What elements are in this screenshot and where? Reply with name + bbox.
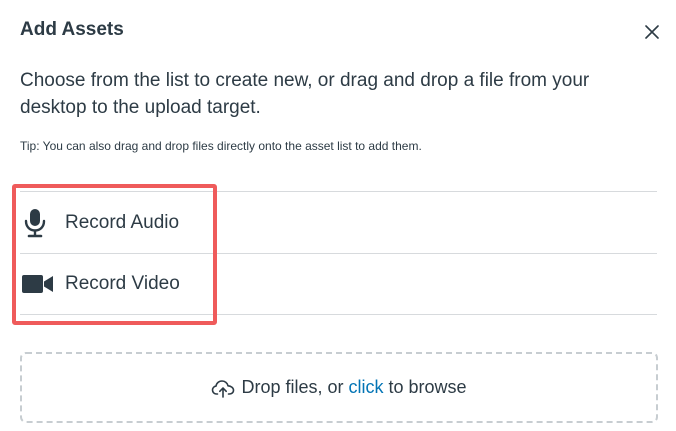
dialog-title: Add Assets bbox=[20, 19, 124, 40]
video-camera-icon bbox=[22, 268, 54, 300]
record-video-option[interactable]: Record Video bbox=[20, 253, 657, 315]
record-video-label: Record Video bbox=[65, 273, 180, 294]
cloud-upload-icon bbox=[211, 378, 235, 398]
tip-text: Tip: You can also drag and drop files di… bbox=[20, 139, 422, 153]
close-icon bbox=[645, 25, 659, 39]
close-button[interactable] bbox=[640, 20, 664, 44]
dropzone-prefix: Drop files, or bbox=[241, 377, 344, 397]
record-audio-label: Record Audio bbox=[65, 211, 180, 233]
microphone-icon bbox=[22, 207, 54, 239]
dropzone-suffix: to browse bbox=[388, 377, 467, 397]
browse-link[interactable]: click bbox=[349, 377, 384, 398]
asset-options-list: Record Audio Record Video bbox=[20, 191, 657, 315]
dialog-description: Choose from the list to create new, or d… bbox=[20, 70, 590, 118]
record-audio-option[interactable]: Record Audio bbox=[20, 191, 657, 253]
upload-dropzone[interactable]: Drop files, or click to browse bbox=[20, 352, 658, 423]
add-assets-dialog: Add Assets Choose from the list to creat… bbox=[0, 0, 676, 431]
